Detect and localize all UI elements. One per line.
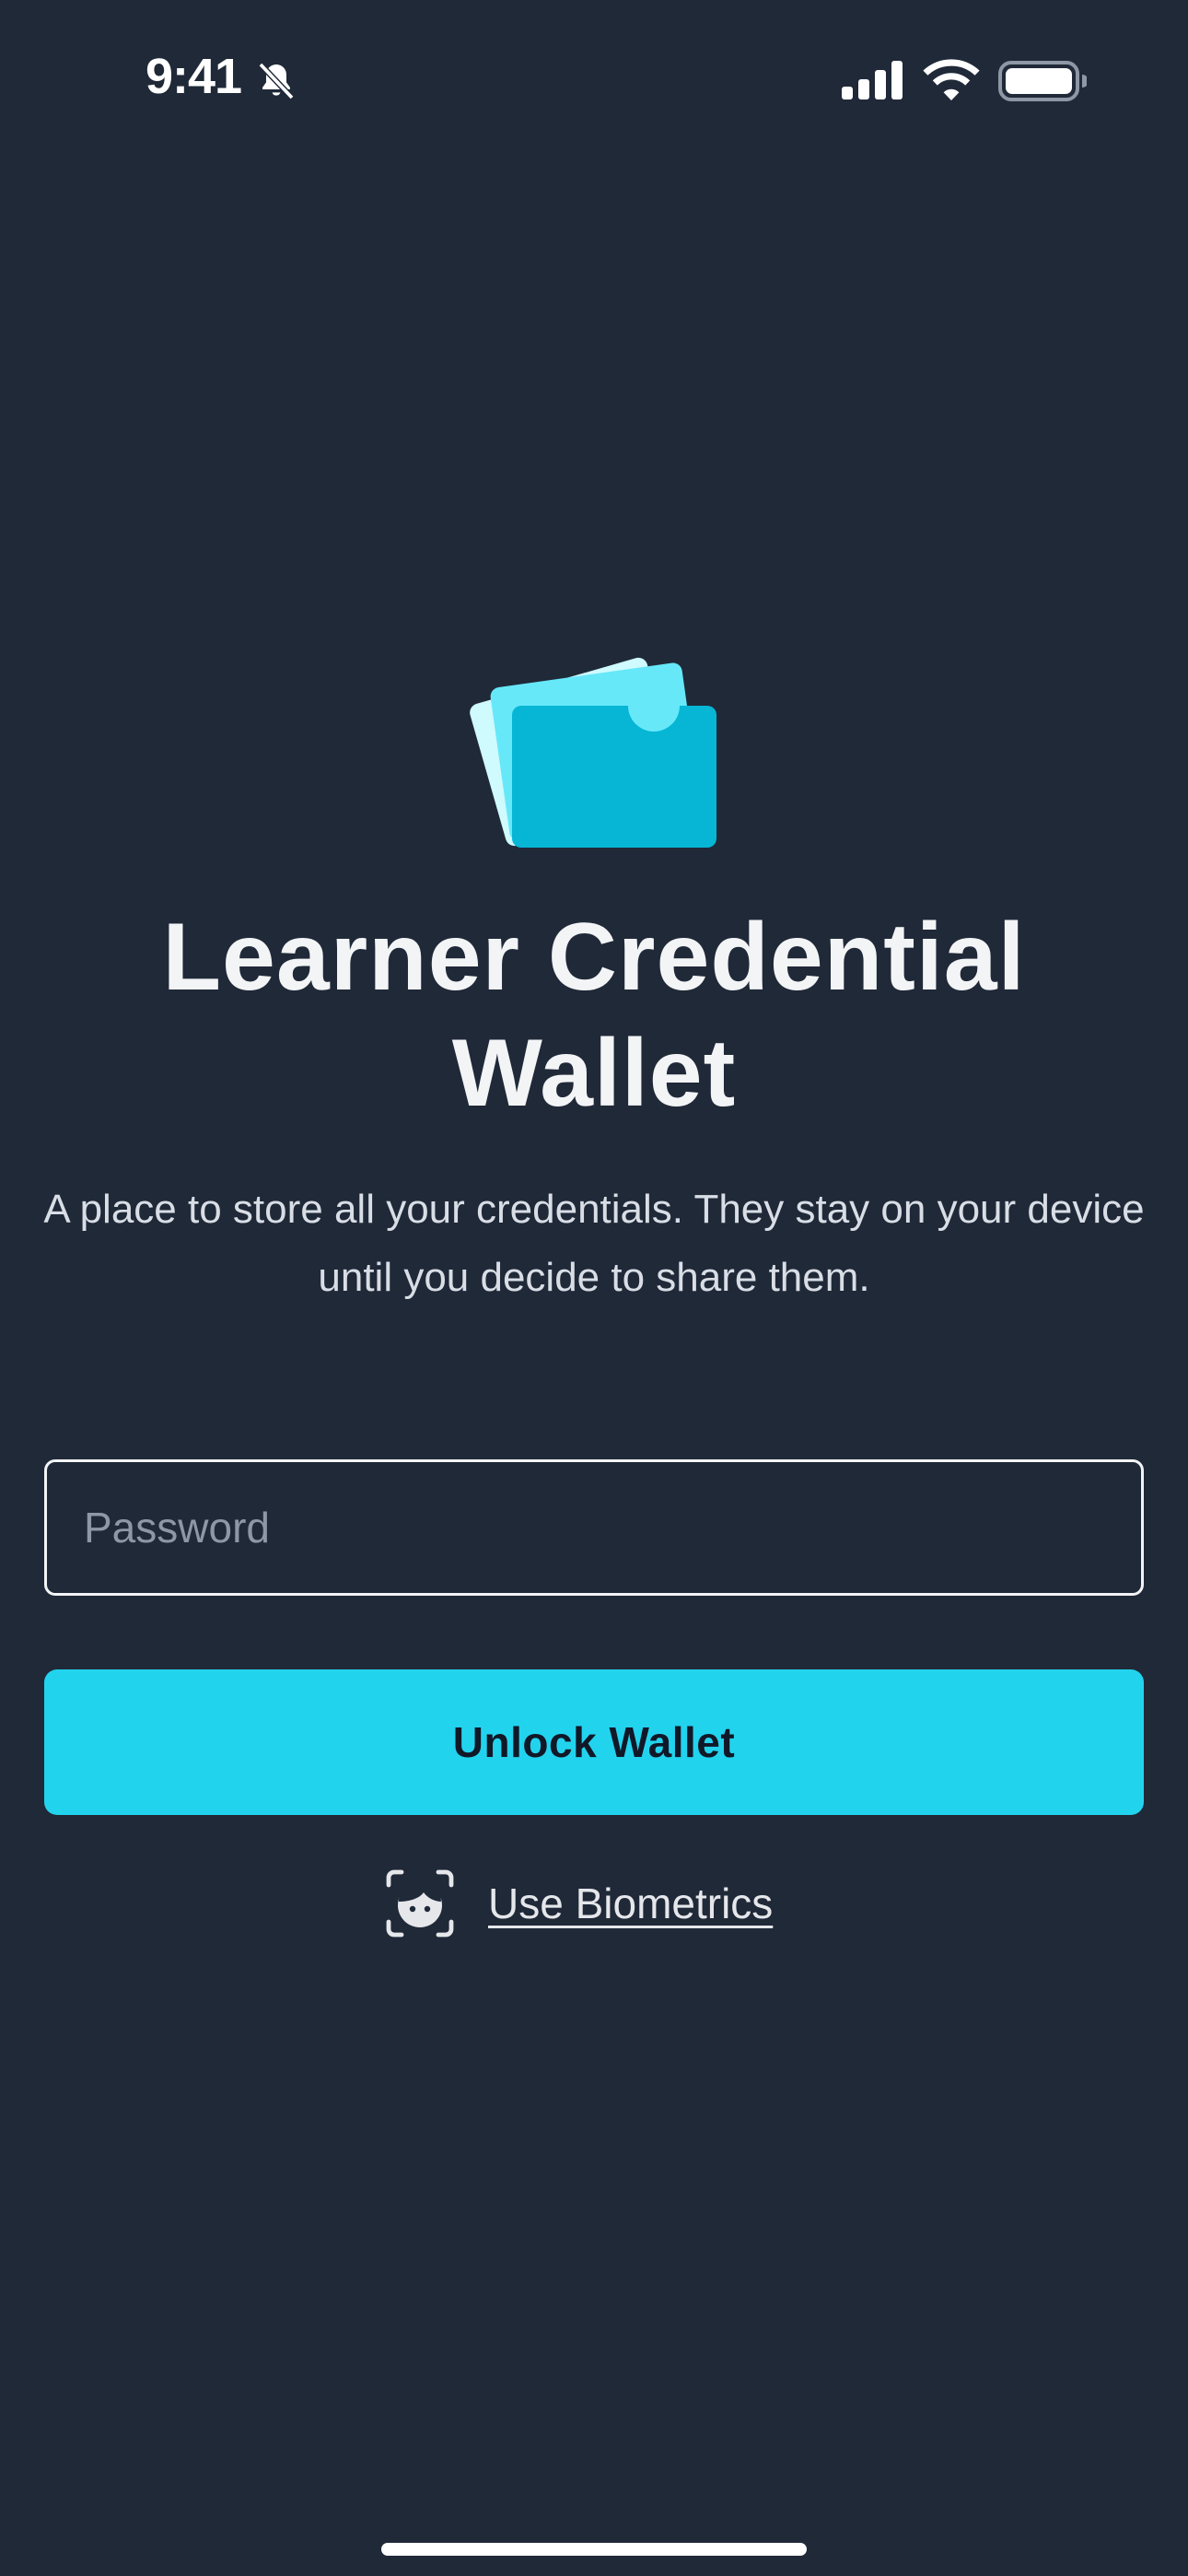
unlock-screen: 9:41 Learner Credential Wallet A place t… bbox=[0, 0, 1188, 2576]
password-input[interactable] bbox=[44, 1459, 1144, 1596]
wifi-icon bbox=[923, 59, 980, 100]
use-biometrics-label: Use Biometrics bbox=[488, 1879, 774, 1927]
cellular-signal-icon bbox=[842, 61, 903, 100]
status-time: 9:41 bbox=[146, 49, 242, 104]
home-indicator bbox=[381, 2543, 807, 2556]
unlock-wallet-button[interactable]: Unlock Wallet bbox=[44, 1669, 1144, 1815]
app-description: A place to store all your credentials. T… bbox=[43, 1187, 1145, 1300]
use-biometrics-link[interactable]: Use Biometrics bbox=[385, 1868, 773, 1938]
app-title: Learner Credential Wallet bbox=[162, 904, 1026, 1127]
bell-slash-icon bbox=[258, 62, 295, 100]
wallet-cards-icon bbox=[470, 657, 716, 848]
status-bar: 9:41 bbox=[0, 0, 1188, 157]
face-id-icon bbox=[386, 1869, 454, 1938]
battery-icon bbox=[998, 61, 1087, 101]
